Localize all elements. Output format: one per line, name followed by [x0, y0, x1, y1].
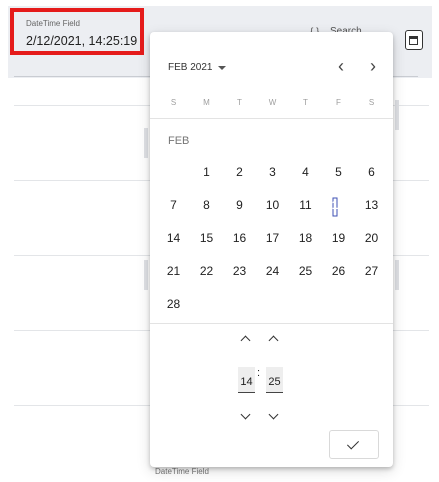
day-cell[interactable]: 11: [289, 189, 322, 222]
confirm-button[interactable]: [329, 430, 379, 459]
month-label: FEB: [168, 135, 190, 147]
header-divider: [150, 118, 393, 119]
month-year-label: FEB 2021: [168, 62, 213, 73]
day-cell[interactable]: 14: [157, 222, 190, 255]
day-cell[interactable]: 21: [157, 255, 190, 288]
weekday-label: S: [368, 98, 375, 107]
day-cell[interactable]: 3: [256, 156, 289, 189]
day-number: 8: [203, 198, 210, 212]
day-cell[interactable]: 26: [322, 255, 355, 288]
calendar-time-divider: [150, 323, 393, 324]
day-number: 24: [265, 264, 280, 278]
day-number: 22: [199, 264, 214, 278]
day-number: 26: [331, 264, 346, 278]
day-number: 6: [368, 165, 375, 179]
day-cell[interactable]: 2: [223, 156, 256, 189]
datetime-picker-popup: FEB 2021 ‹ › SMTWTFS FEB 1 2 3 4 5 6 7 8 9 10 11 12…: [150, 32, 393, 467]
day-cell[interactable]: 25: [289, 255, 322, 288]
day-number: 27: [364, 264, 379, 278]
day-number: 21: [166, 264, 181, 278]
weekday-label: S: [170, 98, 177, 107]
check-icon: [346, 437, 360, 450]
day-cell[interactable]: 13: [355, 189, 388, 222]
weekday-label: W: [268, 98, 277, 107]
day-number: 2: [236, 165, 243, 179]
minute-input[interactable]: 25: [266, 367, 283, 393]
day-cell[interactable]: 7: [157, 189, 190, 222]
calendar-button[interactable]: [405, 30, 423, 50]
day-number: 18: [298, 231, 313, 245]
hour-input[interactable]: 14: [238, 367, 255, 393]
day-number: 28: [166, 297, 181, 311]
weekday-label: T: [237, 98, 242, 107]
day-cell[interactable]: 15: [190, 222, 223, 255]
day-number: 15: [199, 231, 214, 245]
day-cell[interactable]: 18: [289, 222, 322, 255]
day-number: 16: [232, 231, 247, 245]
day-number: 7: [170, 198, 177, 212]
day-number: 19: [331, 231, 346, 245]
day-cell[interactable]: 8: [190, 189, 223, 222]
day-cell[interactable]: 16: [223, 222, 256, 255]
weekday-label: F: [336, 98, 341, 107]
day-number: 25: [298, 264, 313, 278]
minute-decrement-icon[interactable]: [264, 410, 284, 424]
day-number: 11: [299, 198, 312, 212]
day-number: 20: [364, 231, 379, 245]
day-cell[interactable]: 5: [322, 156, 355, 189]
weekday-label: T: [303, 98, 308, 107]
day-number: 23: [232, 264, 247, 278]
day-cell[interactable]: 28: [157, 288, 190, 321]
datetime-field[interactable]: DateTime Field 2/12/2021, 14:25:19: [10, 8, 144, 55]
day-number: 1: [203, 165, 210, 179]
day-cell[interactable]: 22: [190, 255, 223, 288]
day-cell[interactable]: 4: [289, 156, 322, 189]
day-number: 17: [265, 231, 280, 245]
bottom-field-label: DateTime Field: [155, 467, 209, 476]
hour-increment-icon[interactable]: [236, 332, 256, 346]
prev-month-button[interactable]: ‹: [330, 56, 352, 78]
next-month-button[interactable]: ›: [362, 56, 384, 78]
day-number: 4: [302, 165, 309, 179]
background-edge: [144, 128, 148, 158]
day-number: 5: [335, 165, 342, 179]
month-year-select[interactable]: FEB 2021: [168, 62, 227, 73]
day-cell[interactable]: 24: [256, 255, 289, 288]
dropdown-arrow-icon: [218, 65, 227, 70]
day-number: 9: [236, 198, 243, 212]
day-number: 10: [265, 198, 280, 212]
datetime-field-label: DateTime Field: [26, 19, 80, 28]
day-number: 3: [269, 165, 276, 179]
minute-increment-icon[interactable]: [264, 332, 284, 346]
day-number: 13: [364, 198, 379, 212]
background-edge: [144, 260, 148, 290]
day-cell[interactable]: 23: [223, 255, 256, 288]
day-cell[interactable]: 1: [190, 156, 223, 189]
day-cell[interactable]: 27: [355, 255, 388, 288]
day-cell[interactable]: 20: [355, 222, 388, 255]
day-number: 12: [331, 198, 346, 212]
datetime-field-value[interactable]: 2/12/2021, 14:25:19: [26, 34, 137, 48]
day-cell[interactable]: 19: [322, 222, 355, 255]
weekday-label: M: [203, 98, 210, 107]
time-separator: :: [257, 367, 261, 379]
day-number: 14: [166, 231, 181, 245]
day-cell-selected[interactable]: 12: [322, 189, 355, 222]
day-cell[interactable]: 17: [256, 222, 289, 255]
hour-decrement-icon[interactable]: [236, 410, 256, 424]
day-cell[interactable]: 6: [355, 156, 388, 189]
day-cell[interactable]: 10: [256, 189, 289, 222]
background-edge: [395, 100, 399, 130]
day-cell[interactable]: 9: [223, 189, 256, 222]
background-edge: [395, 260, 399, 290]
